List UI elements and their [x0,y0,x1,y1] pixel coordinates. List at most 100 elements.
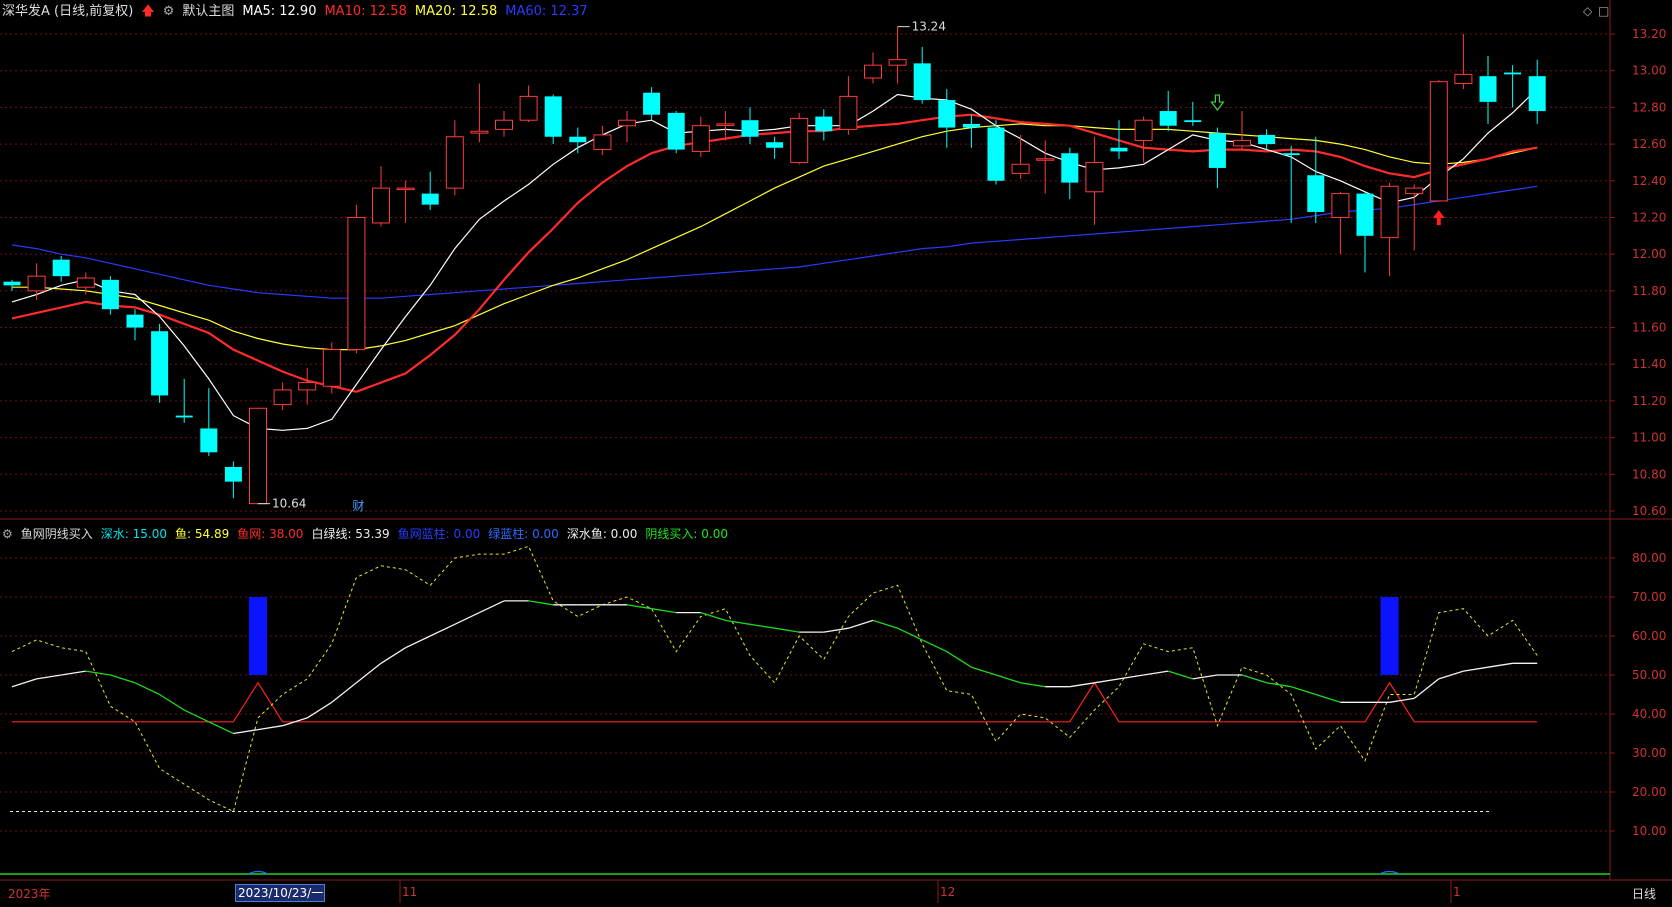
white-green-segment [380,647,406,664]
white-green-segment [921,639,948,653]
candle-up [1380,185,1399,239]
x-label-dec: 12 [940,885,956,899]
white-green-segment [971,666,997,676]
white-green-segment [823,627,849,633]
price-tick-label: 10.60 [1632,504,1666,518]
price-tick-label: 12.60 [1632,137,1666,151]
candle-up [76,277,95,288]
white-green-segment [36,674,62,680]
x-label-nov: 11 [402,885,418,899]
candle-up [519,95,538,121]
white-green-segment [110,674,136,684]
candle-down [3,281,21,286]
diamond-icon[interactable]: ◇ [1583,4,1592,18]
candle-up [790,117,809,163]
price-tick-label: 13.20 [1632,27,1666,41]
maximize-icon[interactable]: □ [1598,4,1609,18]
white-green-segment [1438,670,1464,680]
stock-title[interactable]: 深华发A (日线,前复权) [2,1,133,23]
candle-down [741,120,759,137]
x-label-year: 2023年 [8,887,51,901]
sub-indicator-label[interactable]: 鱼网阴线买入 [21,523,93,545]
price-tick-label: 12.80 [1632,100,1666,114]
white-green-segment [1266,682,1292,688]
white-green-segment [1143,670,1169,676]
bailv-label: 白绿线: 53.39 [311,527,390,541]
sub-tick-label: 40.00 [1632,707,1666,721]
candle-up [396,187,415,191]
candle-down [101,279,119,310]
candle-down [200,428,218,453]
lvlanzhu-label: 绿蓝柱: 0.00 [488,527,559,541]
candle-down [421,193,439,205]
price-tick-label: 12.40 [1632,174,1666,188]
candle-up [298,382,317,391]
buy-arrow-icon [1432,210,1445,226]
candle-down [1184,120,1202,123]
ma10-label: MA10: 12.58 [324,4,407,19]
candle-down [175,415,193,418]
shenshuiyu-label: 深水鱼: 0.00 [566,527,638,541]
chart-canvas[interactable]: 13.20 13.00 12.80 12.60 12.40 12.20 12.00 11.80… [0,0,1672,903]
blue-fishnet-bar [1380,597,1399,675]
candle-up [27,275,46,292]
cursor-date-box: 2023/10/23/一 [235,884,325,902]
candle-down [1208,133,1226,168]
white-green-segment [1291,686,1316,696]
candle-up [864,64,882,79]
candle-up [322,349,341,387]
fish-yellow-line [11,545,1538,813]
settings-icon[interactable]: ⚙ [163,1,175,23]
candle-down [224,466,242,482]
candle-up [1085,161,1104,193]
sub-tick-label: 20.00 [1632,785,1666,799]
white-green-segment [1094,678,1120,684]
candle-down [52,259,70,277]
white-green-segment [700,611,726,622]
white-green-segment [1020,682,1046,688]
main-indicator-label[interactable]: 默认主图 [182,1,234,23]
sub-tick-label: 80.00 [1632,551,1666,565]
candle-up [445,136,464,189]
white-green-segment [774,627,800,633]
candle-down [1258,134,1276,145]
white-green-segment [355,662,382,684]
candle-down [544,96,562,137]
ma60-label: MA60: 12.37 [505,4,588,19]
candle-down [1061,153,1079,183]
sub-tick-label: 60.00 [1632,629,1666,643]
candle-up [1429,81,1448,202]
white-green-segment [1069,682,1095,688]
white-green-segment [183,709,210,723]
white-green-segment [848,619,874,629]
sub-settings-icon[interactable]: ⚙ [2,523,13,545]
candle-down [1479,76,1497,102]
candle-up [495,119,513,130]
chart-stage[interactable]: 13.20 13.00 12.80 12.60 12.40 12.20 12.00 11.80… [0,0,1672,903]
candle-down [1307,175,1325,212]
fishnet-red-line [12,681,1538,723]
candle-up [1233,139,1251,147]
white-green-segment [306,701,333,719]
white-green-segment [749,623,775,629]
price-tick-label: 11.40 [1632,357,1666,371]
candle-up [1331,193,1350,218]
white-green-segment [331,682,357,703]
white-green-segment [208,721,234,735]
candle-down [766,142,784,148]
candle-down [1282,153,1300,156]
candle-up [691,125,710,152]
white-green-segment [1118,674,1144,680]
white-green-segment [1487,662,1513,668]
price-tick-label: 11.80 [1632,284,1666,298]
shenshui-label: 深水: 15.00 [100,527,167,541]
white-green-segment [995,674,1021,684]
period-label[interactable]: 日线 [1632,885,1656,902]
sub-chart-header: ⚙ 鱼网阴线买入 深水: 15.00 鱼: 54.89 鱼网: 38.00 白绿… [0,523,736,545]
white-green-segment [257,725,283,731]
candle-up [470,130,489,134]
blue-fishnet-bar [249,597,267,675]
price-tick-label: 13.00 [1632,64,1666,78]
candle-down [643,92,661,115]
sub-tick-label: 10.00 [1632,824,1666,838]
